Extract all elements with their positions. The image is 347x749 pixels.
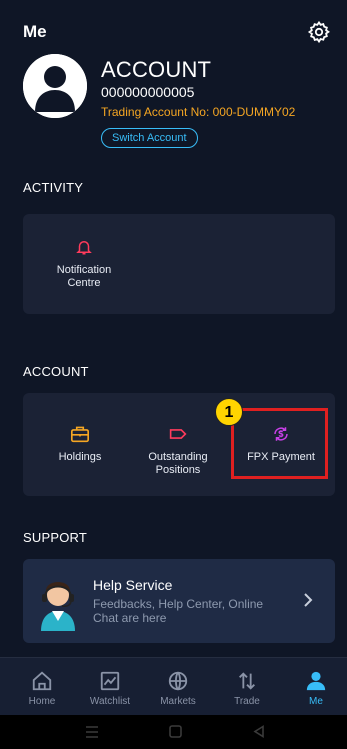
trading-account-number: Trading Account No: 000-DUMMY02 <box>101 105 296 119</box>
step-badge: 1 <box>215 398 243 426</box>
account-number: 000000000005 <box>101 84 195 100</box>
menu-icon[interactable] <box>85 726 99 738</box>
holdings-label: Holdings <box>58 451 102 463</box>
tab-trade[interactable]: Trade <box>217 670 277 707</box>
bottom-tab-bar: Home Watchlist Markets Trade Me <box>0 657 347 715</box>
switch-account-button[interactable]: Switch Account <box>101 128 198 148</box>
account-title: ACCOUNT <box>101 57 212 82</box>
notification-label-1: Notification <box>56 264 112 276</box>
tag-icon <box>169 429 187 439</box>
profile-section: ACCOUNT 000000000005 Trading Account No:… <box>0 54 347 154</box>
tab-home[interactable]: Home <box>12 670 72 707</box>
account-section-title: ACCOUNT <box>23 364 89 379</box>
help-service-title: Help Service <box>93 577 173 593</box>
notification-label-2: Centre <box>67 277 101 289</box>
page-title: Me <box>23 22 47 41</box>
tab-markets[interactable]: Markets <box>148 670 208 707</box>
activity-card: Notification Centre <box>23 214 335 314</box>
tab-watchlist[interactable]: Watchlist <box>80 670 140 707</box>
tab-me[interactable]: Me <box>286 670 346 707</box>
outstanding-positions-tile[interactable]: Outstanding Positions <box>131 425 225 477</box>
tab-markets-label: Markets <box>160 696 196 707</box>
back-icon[interactable] <box>253 725 265 738</box>
chevron-right-icon <box>304 593 313 607</box>
support-section-title: SUPPORT <box>23 530 88 545</box>
globe-icon <box>168 671 188 691</box>
person-icon <box>306 671 326 691</box>
home-icon <box>32 671 52 691</box>
trade-arrows-icon <box>239 672 255 690</box>
avatar[interactable] <box>23 54 87 118</box>
home-button-icon[interactable] <box>169 725 182 738</box>
holdings-tile[interactable]: Holdings <box>33 425 127 464</box>
outstanding-label-1: Outstanding <box>148 451 208 463</box>
tab-watchlist-label: Watchlist <box>89 696 131 707</box>
chart-icon <box>100 671 120 691</box>
activity-section-title: ACTIVITY <box>23 180 84 195</box>
bell-icon <box>76 241 92 255</box>
tab-trade-label: Trade <box>234 696 260 707</box>
highlight-box <box>231 408 328 479</box>
outstanding-label-2: Positions <box>155 464 201 476</box>
tab-me-label: Me <box>309 696 323 707</box>
system-navigation-bar <box>0 715 347 749</box>
support-agent-icon <box>41 582 75 631</box>
briefcase-icon <box>71 426 89 443</box>
help-service-description: Feedbacks, Help Center, Online Chat are … <box>93 597 264 625</box>
top-bar: Me <box>0 0 347 60</box>
notification-centre-tile[interactable]: Notification Centre <box>37 238 131 290</box>
gear-icon[interactable] <box>307 20 331 44</box>
help-service-card[interactable]: Help Service Feedbacks, Help Center, Onl… <box>23 559 335 643</box>
user-icon <box>23 54 87 118</box>
tab-home-label: Home <box>28 696 56 707</box>
